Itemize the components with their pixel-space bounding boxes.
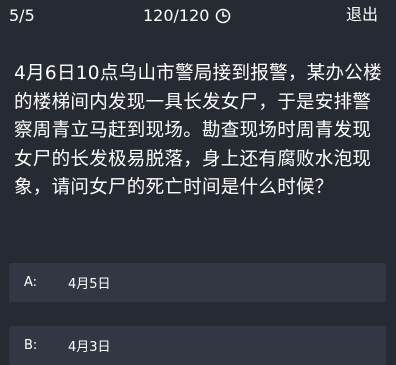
question-progress: 5/5 [9,6,35,25]
option-b-label: 4月3日 [68,340,111,355]
exit-button[interactable]: 退出 [346,5,378,25]
question-text: 4月6日10点乌山市警局接到报警，某办公楼的楼梯间内发现一具长发女尸，于是安排警… [14,63,382,199]
option-a[interactable]: A: 4月5日 [9,263,386,302]
clock-icon [215,8,231,24]
option-b[interactable]: B: 4月3日 [9,326,386,365]
option-a-letter: A: [24,275,38,290]
countdown-timer: 120/120 [143,6,231,26]
option-a-label: 4月5日 [68,277,111,292]
top-bar: 5/5 120/120 退出 [0,0,396,34]
timer-value: 120/120 [143,6,210,25]
option-b-letter: B: [24,338,38,353]
